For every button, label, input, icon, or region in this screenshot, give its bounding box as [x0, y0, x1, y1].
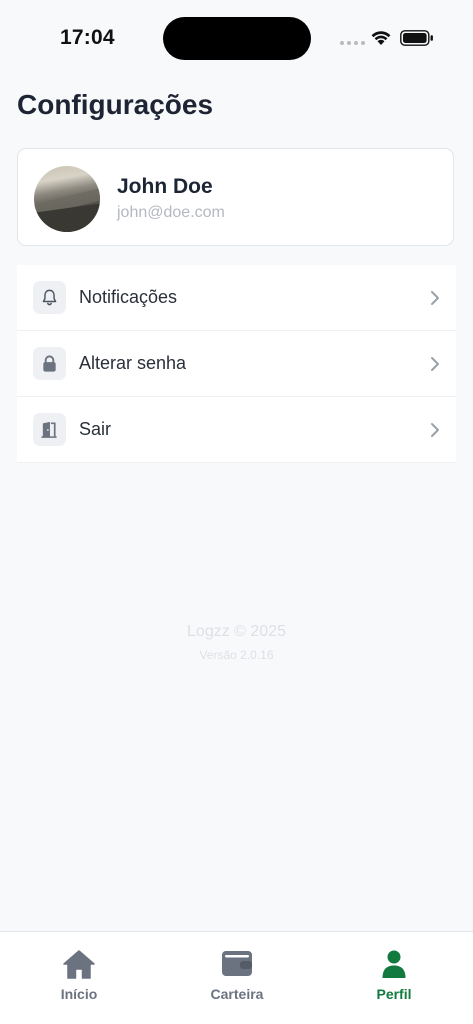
cellular-signal-icon	[340, 41, 365, 45]
tab-label: Carteira	[210, 986, 264, 1002]
profile-card[interactable]: John Doe john@doe.com	[17, 148, 454, 246]
menu-item-label: Notificações	[79, 287, 178, 307]
settings-menu: Notificações Alterar senha Sair	[17, 265, 456, 463]
footer-version: Versão 2.0.16	[199, 648, 274, 662]
status-bar: 17:04	[0, 0, 473, 76]
user-icon	[382, 950, 406, 978]
tab-bar: Início Carteira Perfil	[0, 931, 473, 1024]
profile-name: John Doe	[117, 175, 213, 198]
avatar	[34, 166, 100, 232]
menu-item-logout[interactable]: Sair	[17, 397, 456, 463]
menu-item-label: Alterar senha	[79, 353, 187, 373]
chevron-right-icon	[431, 423, 439, 437]
dynamic-island	[163, 17, 311, 60]
tab-label: Perfil	[376, 986, 412, 1002]
tab-profile[interactable]: Perfil	[315, 932, 473, 1012]
page-title: Configurações	[17, 89, 214, 120]
chevron-right-icon	[431, 357, 439, 371]
lock-icon	[33, 347, 66, 380]
wifi-icon	[371, 31, 391, 45]
tab-wallet[interactable]: Carteira	[158, 932, 316, 1012]
bell-icon	[33, 281, 66, 314]
menu-item-change-password[interactable]: Alterar senha	[17, 331, 456, 397]
door-exit-icon	[33, 413, 66, 446]
menu-item-notifications[interactable]: Notificações	[17, 265, 456, 331]
battery-icon	[400, 30, 433, 46]
home-icon	[63, 950, 95, 979]
chevron-right-icon	[431, 291, 439, 305]
tab-home[interactable]: Início	[0, 932, 158, 1012]
menu-item-label: Sair	[79, 419, 112, 439]
status-time: 17:04	[60, 26, 115, 49]
wallet-icon	[222, 951, 252, 976]
footer-brand: Logzz © 2025	[187, 623, 286, 640]
tab-label: Início	[60, 986, 98, 1002]
profile-email: john@doe.com	[117, 204, 225, 221]
